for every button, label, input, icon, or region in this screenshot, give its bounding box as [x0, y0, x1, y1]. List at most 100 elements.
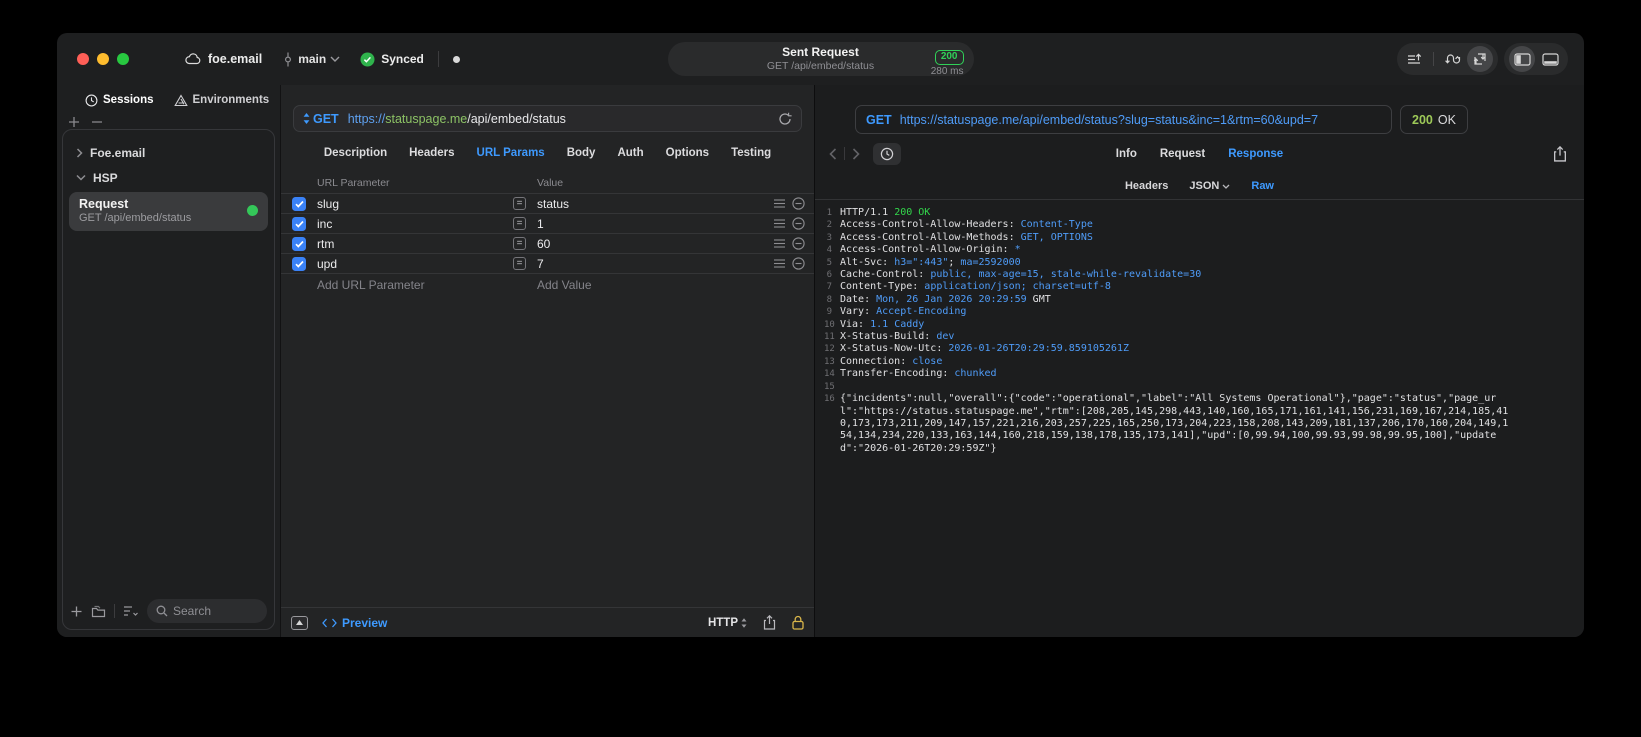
tab-description[interactable]: Description — [324, 147, 387, 159]
drag-handle-icon[interactable] — [774, 219, 785, 228]
request-item-title: Request — [79, 197, 129, 211]
activity-subtitle: GET /api/embed/status — [766, 60, 875, 72]
tab-auth[interactable]: Auth — [617, 147, 643, 159]
param-row-slug: slug = status — [281, 193, 814, 213]
remove-session-button[interactable] — [91, 116, 103, 128]
sidebar-toggle-button[interactable] — [1509, 46, 1535, 72]
sent-request-url[interactable]: GET https://statuspage.me/api/embed/stat… — [855, 105, 1392, 134]
request-panel: GET https://statuspage.me/api/embed/stat… — [280, 85, 815, 637]
drag-handle-icon[interactable] — [774, 259, 785, 268]
resend-icon[interactable] — [778, 112, 792, 126]
flow-arrows-button[interactable] — [1439, 46, 1465, 72]
zoom-button[interactable] — [117, 53, 129, 65]
subtab-raw[interactable]: Raw — [1251, 180, 1274, 192]
response-line: 14 Transfer-Encoding: chunked — [824, 368, 1514, 380]
tab-url-params[interactable]: URL Params — [477, 147, 545, 159]
response-lines[interactable]: 1 HTTP/1.1 200 OK 2 Access-Control-Allow-He… — [815, 200, 1584, 455]
line-number: 8 — [826, 294, 832, 305]
project-switcher[interactable]: foe.email — [185, 52, 262, 66]
line-content: HTTP/1.1 200 OK — [840, 207, 931, 218]
sort-filter-button[interactable] — [123, 605, 139, 617]
param-name-input[interactable]: rtm — [317, 237, 513, 251]
expand-console-button[interactable] — [291, 615, 308, 630]
tab-request[interactable]: Request — [1160, 148, 1205, 160]
chevron-down-icon — [1222, 184, 1230, 189]
drag-handle-icon[interactable] — [774, 199, 785, 208]
tree-item-hsp[interactable]: HSP — [63, 165, 274, 190]
param-value-input[interactable]: status — [537, 197, 762, 211]
close-button[interactable] — [77, 53, 89, 65]
protocol-selector[interactable]: HTTP — [708, 617, 747, 629]
sidebar-footer — [70, 598, 267, 624]
remove-param-icon[interactable] — [792, 237, 805, 250]
tab-body[interactable]: Body — [567, 147, 596, 159]
sync-status[interactable]: Synced — [360, 52, 424, 67]
column-value: Value — [537, 177, 564, 189]
line-content: Cache-Control: public, max-age=15, stale… — [840, 269, 1202, 281]
line-number: 7 — [826, 282, 832, 293]
request-url-bar[interactable]: GET https://statuspage.me/api/embed/stat… — [293, 105, 802, 132]
preview-button[interactable]: Preview — [322, 616, 387, 630]
response-line: 12 X-Status-Now-Utc: 2026-01-26T20:29:59.… — [824, 343, 1514, 355]
line-number: 16 — [824, 394, 835, 405]
add-request-button[interactable] — [70, 605, 83, 618]
param-name-input[interactable]: inc — [317, 217, 513, 231]
search-input[interactable] — [173, 604, 258, 618]
lock-icon[interactable] — [792, 615, 804, 630]
tab-sessions[interactable]: Sessions — [85, 94, 154, 107]
chevron-down-icon — [76, 174, 86, 181]
param-value-input[interactable]: 7 — [537, 257, 762, 271]
line-content: Content-Type: application/json; charset=… — [840, 281, 1111, 293]
sidebar-search[interactable] — [147, 599, 267, 623]
add-param-value-input[interactable]: Add Value — [537, 278, 814, 292]
param-name-input[interactable]: upd — [317, 257, 513, 271]
session-tree: Foe.email HSP Request GET /api/embed/sta… — [62, 129, 275, 630]
tree-item-label: HSP — [93, 170, 118, 185]
activity-pill[interactable]: Sent Request GET /api/embed/status 200 2… — [667, 42, 974, 77]
drag-handle-icon[interactable] — [774, 239, 785, 248]
subtab-json[interactable]: JSON — [1189, 180, 1230, 192]
new-folder-button[interactable] — [91, 605, 106, 618]
param-checkbox[interactable] — [292, 236, 306, 251]
request-list-item[interactable]: Request GET /api/embed/status — [69, 192, 268, 231]
line-content: Access-Control-Allow-Headers: Content-Ty… — [840, 219, 1093, 231]
share-icon[interactable] — [763, 615, 776, 630]
export-response-icon[interactable] — [1553, 145, 1567, 162]
line-number: 11 — [824, 332, 835, 343]
branch-switcher[interactable]: main — [282, 52, 340, 67]
remove-param-icon[interactable] — [792, 197, 805, 210]
response-line: 3 Access-Control-Allow-Methods: GET, OPTI… — [824, 232, 1514, 244]
response-tab-bar: Info Request Response — [815, 148, 1584, 160]
tree-item-foe-email[interactable]: Foe.email — [63, 140, 274, 165]
remove-param-icon[interactable] — [792, 257, 805, 270]
tab-info[interactable]: Info — [1116, 148, 1137, 160]
main-content: Sessions Environments Foe.email HSP Requ… — [57, 85, 1584, 637]
tab-environments[interactable]: Environments — [173, 93, 269, 107]
response-line: 11 X-Status-Build: dev — [824, 331, 1514, 343]
sort-export-button[interactable] — [1402, 46, 1428, 72]
tab-testing[interactable]: Testing — [731, 147, 771, 159]
minimize-button[interactable] — [97, 53, 109, 65]
param-checkbox[interactable] — [292, 196, 306, 211]
equals-icon: = — [513, 257, 526, 270]
method-selector[interactable]: GET — [303, 112, 339, 126]
response-nav: Info Request Response — [815, 134, 1584, 173]
import-export-button[interactable] — [1467, 46, 1493, 72]
tab-headers[interactable]: Headers — [409, 147, 454, 159]
bottom-panel-toggle-button[interactable] — [1537, 46, 1563, 72]
param-checkbox[interactable] — [292, 256, 306, 271]
tab-options[interactable]: Options — [666, 147, 709, 159]
param-value-input[interactable]: 60 — [537, 237, 762, 251]
protocol-label: HTTP — [707, 616, 738, 629]
param-name-input[interactable]: slug — [317, 197, 513, 211]
line-content: Via: 1.1 Caddy — [840, 318, 925, 330]
add-session-button[interactable] — [68, 116, 80, 128]
remove-param-icon[interactable] — [792, 217, 805, 230]
tab-response[interactable]: Response — [1228, 148, 1283, 160]
param-checkbox[interactable] — [292, 216, 306, 231]
chevron-down-icon — [330, 56, 340, 62]
param-value-input[interactable]: 1 — [537, 217, 762, 231]
line-number: 2 — [826, 220, 832, 231]
add-param-name-input[interactable]: Add URL Parameter — [317, 278, 513, 292]
subtab-headers[interactable]: Headers — [1125, 180, 1168, 192]
